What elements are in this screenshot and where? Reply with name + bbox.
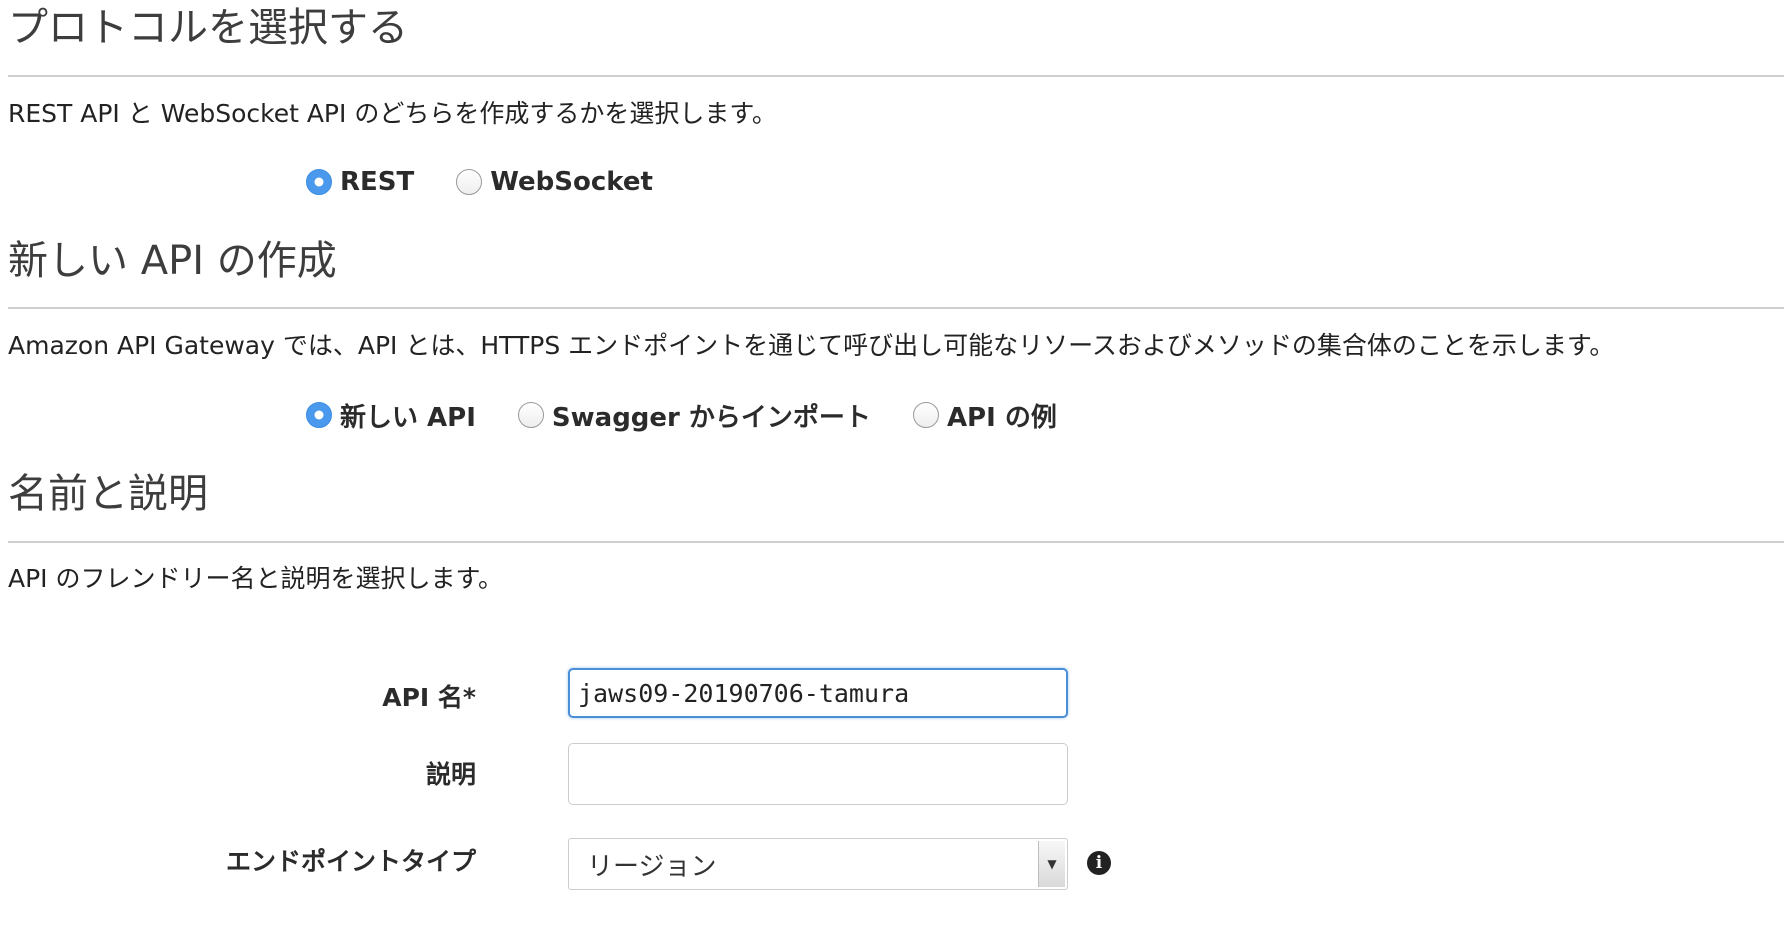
description-label: 説明: [425, 760, 476, 789]
protocol-description: REST API と WebSocket API のどちらを作成するかを選択しま…: [8, 99, 777, 128]
api-name-input[interactable]: [568, 668, 1068, 718]
protocol-option-rest[interactable]: REST: [306, 167, 414, 197]
radio-label: API の例: [946, 402, 1057, 433]
section-divider: [8, 75, 1784, 77]
description-input[interactable]: [568, 743, 1068, 805]
radio-button-checked[interactable]: [306, 169, 332, 195]
section-divider: [8, 541, 1784, 543]
api-name-label: API 名*: [382, 683, 476, 712]
radio-button-checked[interactable]: [306, 402, 332, 428]
protocol-section-title: プロトコルを選択する: [8, 5, 408, 51]
radio-button[interactable]: [456, 169, 483, 195]
endpoint-type-label: エンドポイントタイプ: [225, 847, 476, 876]
section-divider: [8, 307, 1784, 309]
info-icon[interactable]: i: [1087, 851, 1111, 875]
protocol-radio-group: REST WebSocket: [306, 162, 695, 202]
name-description-section-title: 名前と説明: [8, 471, 208, 517]
name-description-description: API のフレンドリー名と説明を選択します。: [8, 564, 503, 593]
radio-button[interactable]: [517, 402, 544, 428]
radio-label: WebSocket: [490, 167, 653, 197]
create-api-radio-group: 新しい API Swagger からインポート API の例: [306, 395, 1099, 435]
create-option-new-api[interactable]: 新しい API: [306, 397, 476, 434]
create-option-import-swagger[interactable]: Swagger からインポート: [517, 397, 871, 434]
radio-label: Swagger からインポート: [551, 402, 871, 433]
create-option-example-api[interactable]: API の例: [912, 397, 1057, 434]
radio-label: 新しい API: [340, 402, 476, 433]
create-api-description: Amazon API Gateway では、API とは、HTTPS エンドポイ…: [8, 331, 1615, 360]
radio-label: REST: [340, 167, 415, 197]
create-api-section-title: 新しい API の作成: [8, 238, 337, 284]
protocol-option-websocket[interactable]: WebSocket: [456, 167, 653, 197]
endpoint-type-selected-value: リージョン: [587, 851, 717, 882]
chevron-down-icon[interactable]: ▼: [1038, 841, 1065, 887]
radio-button[interactable]: [912, 402, 939, 428]
endpoint-type-select[interactable]: リージョン ▼: [568, 838, 1068, 890]
